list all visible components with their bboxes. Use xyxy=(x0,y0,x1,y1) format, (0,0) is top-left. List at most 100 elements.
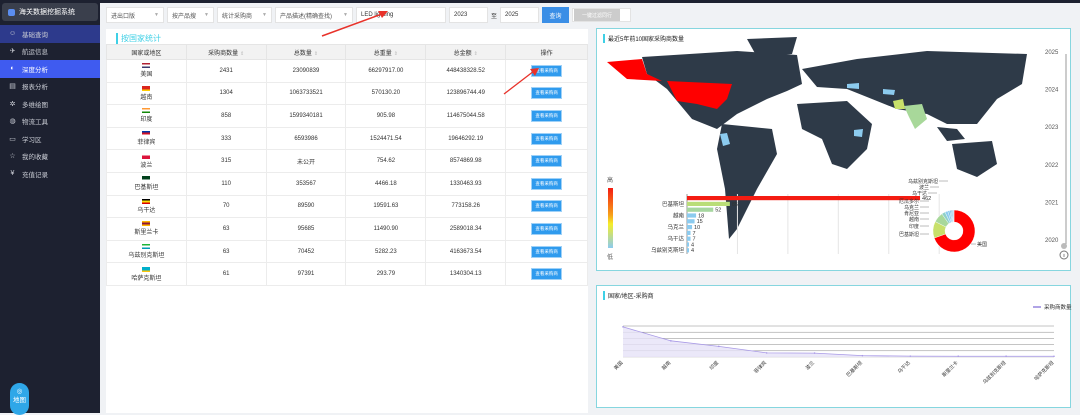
table-row: 越南 1304 1063733521 570130.20 123896744.49 查看采… xyxy=(106,81,588,106)
sort-icon[interactable]: ⇕ xyxy=(474,51,478,57)
bar[interactable] xyxy=(687,213,697,218)
bar[interactable] xyxy=(687,207,714,212)
sort-icon[interactable]: ⇕ xyxy=(394,51,398,57)
view-buyers-button[interactable]: 查看采购商 xyxy=(531,87,562,100)
sidebar-item-7[interactable]: ☆ 我的收藏 xyxy=(0,148,100,166)
sidebar-item-label: 充值记录 xyxy=(22,171,48,179)
timeline-year[interactable]: 2024 xyxy=(1045,88,1059,94)
pie-label: 乌克兰 xyxy=(904,204,919,211)
bar-value-label: 52 xyxy=(715,208,721,214)
bar-category-label: 越南 xyxy=(673,211,685,219)
year-from-input[interactable]: 2023 xyxy=(449,7,488,23)
filter-peers-toggle[interactable]: 一键过滤同行 xyxy=(572,8,632,22)
view-buyers-button[interactable]: 查看采购商 xyxy=(531,268,562,281)
column-header[interactable]: 总金额 ⇕ xyxy=(425,44,507,60)
app-logo[interactable]: 海关数据挖掘系统 xyxy=(2,3,98,21)
column-header[interactable]: 采购商数量 ⇕ xyxy=(185,44,267,60)
data-point[interactable] xyxy=(1005,355,1007,358)
map-region-uzbekistan[interactable] xyxy=(883,89,895,95)
country-name: 巴基斯坦 xyxy=(134,185,159,192)
bar[interactable] xyxy=(687,201,730,206)
sidebar-item-1[interactable]: ✈ 航运信息 xyxy=(0,43,100,61)
timeline-year[interactable]: 2021 xyxy=(1045,200,1059,206)
data-point[interactable] xyxy=(670,340,672,342)
view-buyers-button[interactable]: 查看采购商 xyxy=(531,132,562,145)
bar-category-label: 巴基斯坦 xyxy=(662,200,685,208)
amount-cell: 2589018.34 xyxy=(425,217,507,241)
trade-type-select[interactable]: 进出口版 ▼ xyxy=(106,7,164,23)
view-buyers-button[interactable]: 查看采购商 xyxy=(531,177,562,190)
timeline-year[interactable]: 2020 xyxy=(1045,238,1059,244)
sidebar-item-5[interactable]: ◍ 物流工具 xyxy=(0,113,100,131)
map-float-button[interactable]: ◎ 地图 xyxy=(10,383,29,415)
query-button[interactable]: 查询 xyxy=(542,7,570,23)
data-point[interactable] xyxy=(717,345,720,348)
bar[interactable] xyxy=(687,196,921,201)
view-buyers-button[interactable]: 查看采购商 xyxy=(531,109,562,122)
bar[interactable] xyxy=(687,242,690,247)
desc-type-select[interactable]: 产品描述(精确查找) ▼ xyxy=(275,7,353,23)
bar[interactable] xyxy=(687,230,691,235)
pie-label: 越南 xyxy=(909,216,919,223)
column-header[interactable]: 总数量 ⇕ xyxy=(265,44,347,60)
bar[interactable] xyxy=(687,248,690,253)
sidebar-item-0[interactable]: ☺ 基础查询 xyxy=(0,25,100,43)
keyword-input[interactable]: LED lighting xyxy=(356,7,446,23)
search-user-icon: ☺ xyxy=(9,30,17,38)
map-region-kenya[interactable] xyxy=(854,129,863,137)
world-map[interactable]: 202520242023202220212020 ॥ 高 低 46285巴基斯坦… xyxy=(597,29,1072,272)
timeline-handle[interactable] xyxy=(1061,243,1067,249)
search-by-value: 按产品搜 xyxy=(172,13,197,20)
column-header[interactable]: 总重量 ⇕ xyxy=(345,44,427,60)
weight-cell: 754.62 xyxy=(345,149,427,173)
flag-icon xyxy=(142,221,151,227)
data-point[interactable] xyxy=(909,355,912,357)
sort-icon[interactable]: ⇕ xyxy=(314,51,318,57)
timeline-year[interactable]: 2025 xyxy=(1045,50,1059,56)
sidebar-item-label: 深度分析 xyxy=(22,66,48,74)
filter-peers-button[interactable]: 一键过滤同行 xyxy=(574,9,621,21)
data-point[interactable] xyxy=(1053,355,1055,358)
pie-label: 乌兹别克斯坦 xyxy=(908,178,938,185)
sort-icon[interactable]: ⇕ xyxy=(240,51,244,57)
app-title: 海关数据挖掘系统 xyxy=(19,9,75,16)
search-by-select[interactable]: 按产品搜 ▼ xyxy=(167,7,214,23)
view-buyers-button[interactable]: 查看采购商 xyxy=(531,200,562,213)
qty-cell: 95685 xyxy=(265,217,347,241)
timeline-year[interactable]: 2023 xyxy=(1045,125,1059,131)
bar[interactable] xyxy=(687,236,691,241)
visual-map-legend[interactable] xyxy=(608,188,613,248)
stat-type-select[interactable]: 统计采购商 ▼ xyxy=(217,7,272,23)
sidebar-item-2[interactable]: ◐ 深度分析 xyxy=(0,60,100,78)
data-point[interactable] xyxy=(861,354,864,357)
filter-bar: 进出口版 ▼ 按产品搜 ▼ 统计采购商 ▼ 产品描述(精确查找) ▼ LED light… xyxy=(106,7,632,23)
sidebar: 海关数据挖掘系统 ☺ 基础查询 ✈ 航运信息 ◐ 深度分析 ▤ 报表分析 ✲ 多维绘图 ◍ 物流工具 ▭… xyxy=(0,0,100,415)
view-buyers-button[interactable]: 查看采购商 xyxy=(531,245,562,258)
sidebar-item-3[interactable]: ▤ 报表分析 xyxy=(0,78,100,96)
buyer-line-panel: 国家/地区-采购商 采购商数量 美国 越南 印度 菲律宾 波兰 巴基斯坦 乌干达 斯里兰卡 乌兹… xyxy=(596,285,1072,408)
data-point[interactable] xyxy=(765,352,768,354)
data-point[interactable] xyxy=(957,355,960,358)
view-buyers-button[interactable]: 查看采购商 xyxy=(531,222,562,235)
bar[interactable] xyxy=(687,225,693,230)
sidebar-item-8[interactable]: ¥ 充值记录 xyxy=(0,165,100,183)
timeline-year[interactable]: 2022 xyxy=(1045,163,1059,169)
header-label: 国家或地区 xyxy=(131,50,162,57)
sidebar-item-4[interactable]: ✲ 多维绘图 xyxy=(0,95,100,113)
country-name: 菲律宾 xyxy=(137,140,156,147)
action-cell: 查看采购商 xyxy=(505,149,588,173)
year-to-input[interactable]: 2025 xyxy=(500,7,540,23)
pie-label: 厄瓜多尔 xyxy=(899,198,919,205)
amount-cell: 448438328.52 xyxy=(425,59,507,83)
country-name: 乌干达 xyxy=(137,207,156,214)
view-buyers-button[interactable]: 查看采购商 xyxy=(531,64,562,77)
buyers-cell: 333 xyxy=(185,126,267,151)
view-buyers-button[interactable]: 查看采购商 xyxy=(531,155,562,168)
x-tick-label: 斯里兰卡 xyxy=(941,359,960,378)
data-point[interactable] xyxy=(622,326,624,328)
bar[interactable] xyxy=(687,219,695,224)
sidebar-item-6[interactable]: ▭ 学习区 xyxy=(0,130,100,148)
data-point[interactable] xyxy=(813,352,816,354)
map-region-ukraine[interactable] xyxy=(847,83,859,89)
x-tick-label: 波兰 xyxy=(804,359,816,371)
